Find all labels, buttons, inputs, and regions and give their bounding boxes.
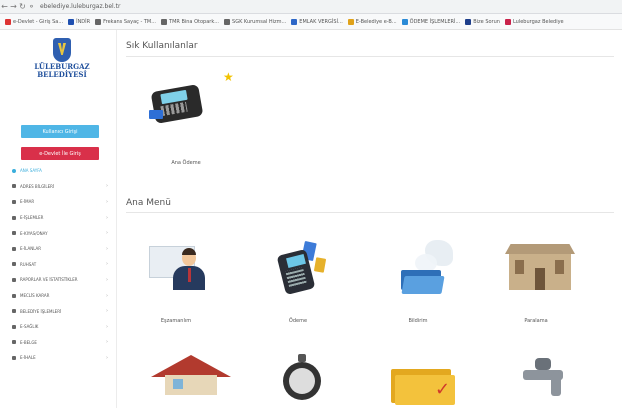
sidebar-menu: ANA SAYFA ADRES BİLGİLERİ › E-İMAR › E-İŞL…: [0, 163, 116, 366]
sidebar-item-belediye[interactable]: BELEDİYE İŞLEMLERİ ›: [0, 303, 116, 319]
bookmark-item[interactable]: E-Belediye e-B...: [347, 18, 397, 25]
tile-label: Eşzamanlım: [160, 318, 192, 324]
tile-label: Ana Ödeme: [171, 160, 201, 166]
chart-icon: [12, 277, 16, 282]
plus-icon: [12, 324, 16, 329]
bookmark-item[interactable]: TMR Bina Otopark...: [161, 18, 219, 25]
browser-toolbar: ← → ↻ ⚬ ebelediye.luleburgaz.bel.tr: [0, 0, 622, 14]
chevron-right-icon: ›: [106, 230, 108, 237]
divider: [126, 212, 614, 213]
doc-icon: [12, 231, 16, 236]
menu-tile-tap[interactable]: [493, 350, 583, 408]
doc-icon: [12, 340, 16, 345]
tile-label: Bildirim: [408, 318, 428, 324]
chevron-right-icon: ›: [106, 276, 108, 283]
main-content: Sık Kullanılanlar ★ Ana Ödeme Ana Menü E…: [117, 30, 622, 408]
chevron-right-icon: ›: [106, 308, 108, 315]
sidebar-item-imar[interactable]: E-İMAR ›: [0, 194, 116, 210]
tile-label: Ödeme: [288, 318, 308, 324]
login-button[interactable]: Kullanıcı Girişi: [21, 125, 99, 138]
menu-tile-checked-folder[interactable]: ✓: [373, 355, 463, 408]
chevron-right-icon: ›: [106, 292, 108, 299]
favorite-tile-ana-odeme[interactable]: ★ Ana Ödeme: [131, 62, 241, 166]
card-terminal-icon: [275, 238, 335, 296]
gavel-icon: [12, 355, 16, 360]
tap-icon: [515, 354, 575, 398]
bookmark-item[interactable]: İNDİR: [68, 18, 90, 25]
chevron-right-icon: ›: [106, 214, 108, 221]
logo-line2: BELEDİYESİ: [37, 70, 87, 79]
sidebar-item-kiyas[interactable]: E-KIYAS/ONAY ›: [0, 225, 116, 241]
sidebar-item-belge[interactable]: E-BELGE ›: [0, 335, 116, 351]
reload-icon[interactable]: ↻: [18, 2, 27, 11]
municipality-logo[interactable]: LÜLEBURGAZ BELEDİYESİ: [32, 38, 92, 79]
lock-icon[interactable]: ⚬: [27, 2, 36, 11]
chevron-right-icon: ›: [106, 198, 108, 205]
bookmarks-bar: e-Devlet - Giriş Sa... İNDİR Frekans Say…: [0, 14, 622, 30]
edevlet-login-button[interactable]: e-Devlet İle Giriş: [21, 147, 99, 160]
sidebar-item-raporlar[interactable]: RAPORLAR VE İSTATİSTİKLER ›: [0, 272, 116, 288]
bookmark-item[interactable]: e-Devlet - Giriş Sa...: [5, 18, 63, 25]
chevron-right-icon: ›: [106, 183, 108, 190]
building-small-icon: [12, 309, 16, 314]
bookmark-item[interactable]: Luleburgaz Belediye: [504, 18, 564, 25]
tile-label: Paralama: [524, 318, 548, 324]
search-icon: [12, 246, 16, 251]
person-icon: [149, 240, 209, 295]
sidebar-item-adres[interactable]: ADRES BİLGİLERİ ›: [0, 179, 116, 195]
crest-icon: [53, 38, 71, 62]
bookmark-item[interactable]: Bize Sorun: [465, 18, 500, 25]
home-icon: [12, 168, 16, 173]
grid-icon: [12, 199, 16, 204]
sidebar-item-ihale[interactable]: E-İHALE ›: [0, 350, 116, 366]
sidebar-item-ilanlar[interactable]: E-İLANLAR ›: [0, 241, 116, 257]
bookmark-item[interactable]: SGK Kurumsal Hizm...: [224, 18, 286, 25]
chevron-right-icon: ›: [106, 323, 108, 330]
sidebar-item-meclis[interactable]: MECLİS KARAR ›: [0, 288, 116, 304]
doc-icon: [12, 215, 16, 220]
back-icon[interactable]: ←: [0, 2, 9, 11]
pos-device-icon: [147, 80, 207, 126]
menu-tile-stopwatch[interactable]: [255, 350, 345, 408]
chevron-right-icon: ›: [106, 245, 108, 252]
star-icon[interactable]: ★: [223, 70, 234, 84]
doc-icon: [12, 262, 16, 267]
chevron-right-icon: ›: [106, 354, 108, 361]
checked-folder-icon: ✓: [391, 363, 461, 405]
favorites-title: Sık Kullanılanlar: [126, 41, 198, 51]
bookmark-item[interactable]: ÖDEME İŞLEMLERİ...: [401, 18, 460, 25]
folder-icon: [395, 240, 459, 296]
sidebar-item-saglik[interactable]: E-SAĞLIK ›: [0, 319, 116, 335]
chevron-right-icon: ›: [106, 261, 108, 268]
address-bar[interactable]: ebelediye.luleburgaz.bel.tr: [40, 3, 120, 10]
user-icon: [12, 184, 16, 189]
sidebar-item-ruhsat[interactable]: RUHSAT ›: [0, 257, 116, 273]
list-icon: [12, 293, 16, 298]
stopwatch-icon: [277, 354, 327, 400]
sidebar-item-ana-sayfa[interactable]: ANA SAYFA: [0, 163, 116, 179]
sidebar-item-islemler[interactable]: E-İŞLEMLER ›: [0, 210, 116, 226]
chevron-right-icon: ›: [106, 339, 108, 346]
bookmark-item[interactable]: EMLAK VERGİSİ...: [291, 18, 343, 25]
divider: [126, 56, 614, 57]
main-menu-title: Ana Menü: [126, 198, 171, 208]
forward-icon[interactable]: →: [9, 2, 18, 11]
building-icon: [505, 244, 575, 294]
house-icon: [151, 355, 231, 395]
bookmark-item[interactable]: Frekans Sayaç - TM...: [95, 18, 156, 25]
menu-tile-house[interactable]: [141, 355, 231, 408]
sidebar: LÜLEBURGAZ BELEDİYESİ Kullanıcı Girişi e…: [0, 30, 117, 408]
